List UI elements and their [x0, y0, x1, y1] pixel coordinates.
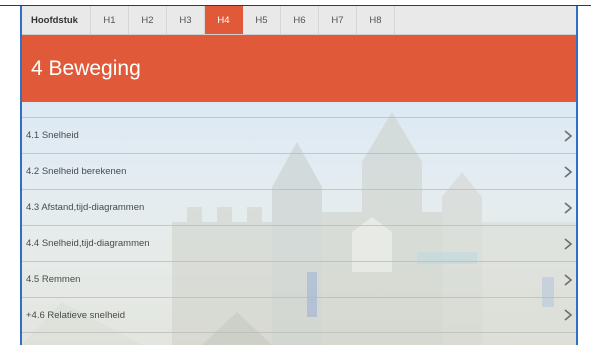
tab-h7[interactable]: H7 — [319, 6, 357, 34]
chapter-tab-bar: Hoofdstuk H1 H2 H3 H4 H5 H6 H7 H8 — [22, 6, 576, 35]
tab-label: H4 — [217, 14, 230, 26]
tab-label: H6 — [293, 14, 306, 26]
section-list: 4.1 Snelheid 4.2 Snelheid berekenen 4.3 … — [22, 117, 576, 333]
section-item-4-2[interactable]: 4.2 Snelheid berekenen — [22, 153, 576, 189]
tab-h2[interactable]: H2 — [129, 6, 167, 34]
tab-h6[interactable]: H6 — [281, 6, 319, 34]
chevron-right-icon — [564, 201, 573, 214]
chapter-header: 4 Beweging — [22, 35, 576, 102]
section-label: 4.5 Remmen — [26, 274, 81, 285]
tab-label: H5 — [255, 14, 268, 26]
app-frame: Hoofdstuk H1 H2 H3 H4 H5 H6 H7 H8 4 Bewe… — [20, 6, 578, 345]
tab-hoofdstuk[interactable]: Hoofdstuk — [22, 6, 91, 34]
tab-label: H1 — [103, 14, 116, 26]
tab-h4[interactable]: H4 — [205, 6, 243, 34]
section-label: 4.4 Snelheid,tijd-diagrammen — [26, 238, 150, 249]
tab-label: Hoofdstuk — [31, 14, 78, 26]
chevron-right-icon — [564, 237, 573, 250]
section-list-panel: 4.1 Snelheid 4.2 Snelheid berekenen 4.3 … — [22, 102, 576, 345]
tab-h8[interactable]: H8 — [357, 6, 395, 34]
tab-h1[interactable]: H1 — [91, 6, 129, 34]
section-label: 4.3 Afstand,tijd-diagrammen — [26, 202, 145, 213]
section-item-4-6[interactable]: +4.6 Relatieve snelheid — [22, 297, 576, 333]
tab-h5[interactable]: H5 — [243, 6, 281, 34]
section-item-4-3[interactable]: 4.3 Afstand,tijd-diagrammen — [22, 189, 576, 225]
chevron-right-icon — [564, 129, 573, 142]
tab-h3[interactable]: H3 — [167, 6, 205, 34]
section-label: 4.1 Snelheid — [26, 130, 79, 141]
chevron-right-icon — [564, 273, 573, 286]
tab-label: H3 — [179, 14, 192, 26]
section-item-4-1[interactable]: 4.1 Snelheid — [22, 117, 576, 153]
chevron-right-icon — [564, 165, 573, 178]
section-item-4-5[interactable]: 4.5 Remmen — [22, 261, 576, 297]
tab-label: H8 — [369, 14, 382, 26]
chevron-right-icon — [564, 309, 573, 321]
tab-label: H2 — [141, 14, 154, 26]
screen: Hoofdstuk H1 H2 H3 H4 H5 H6 H7 H8 4 Bewe… — [0, 0, 591, 345]
section-label: 4.2 Snelheid berekenen — [26, 166, 127, 177]
tab-label: H7 — [331, 14, 344, 26]
section-label: +4.6 Relatieve snelheid — [26, 309, 126, 321]
chapter-title: 4 Beweging — [31, 56, 141, 80]
section-item-4-4[interactable]: 4.4 Snelheid,tijd-diagrammen — [22, 225, 576, 261]
